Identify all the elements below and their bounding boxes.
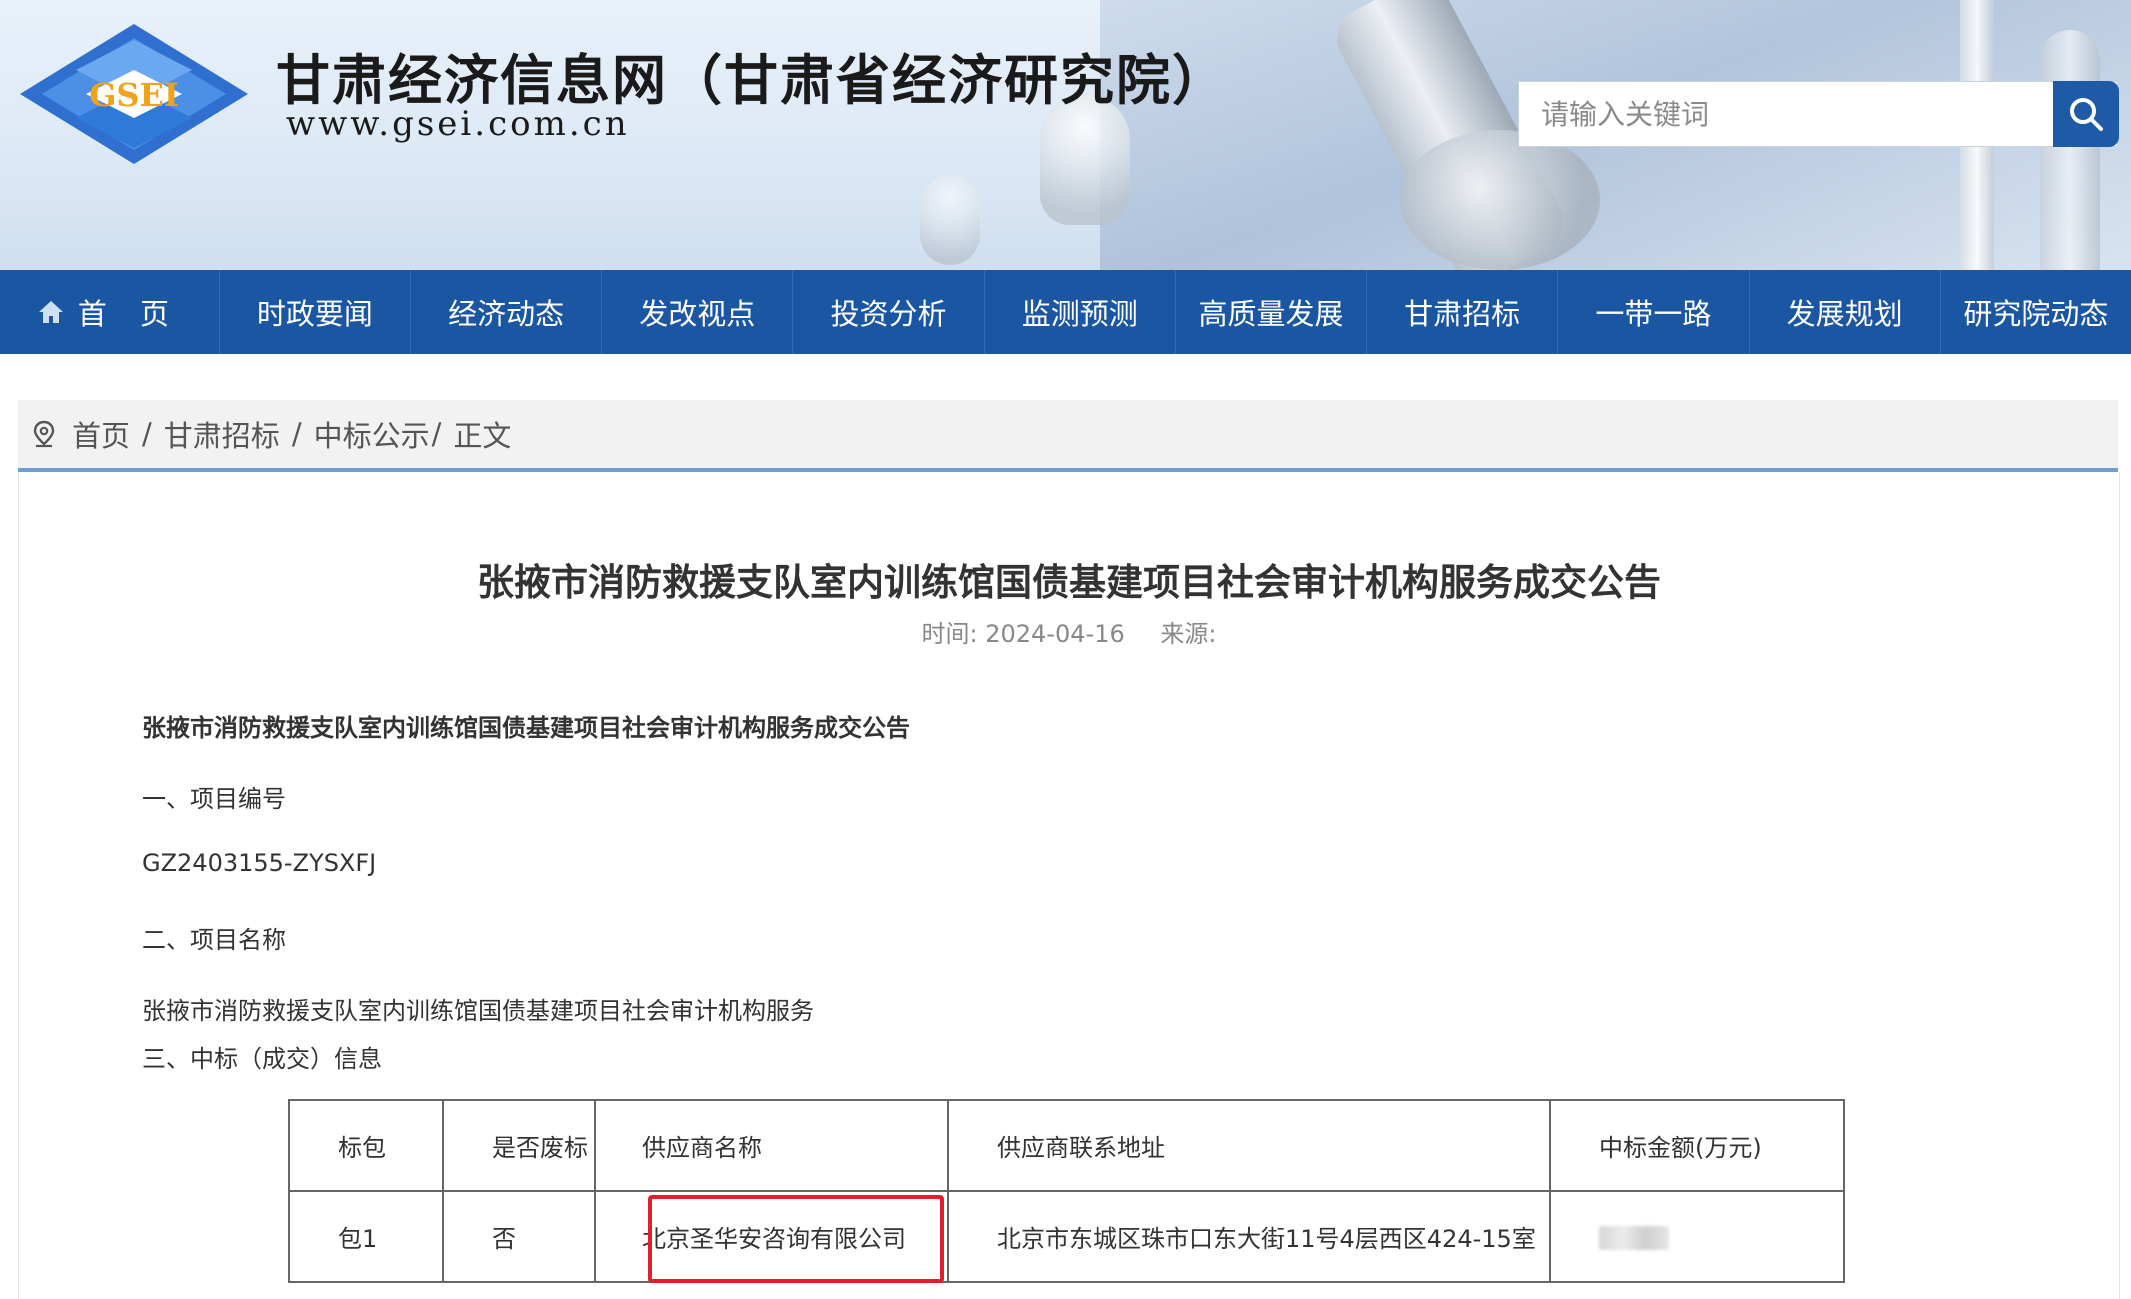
search-input[interactable]: [1519, 82, 2043, 146]
time-label: 时间:: [921, 620, 978, 648]
body-title: 张掖市消防救援支队室内训练馆国债基建项目社会审计机构服务成交公告: [142, 714, 910, 742]
nav-item-label: 甘肃招标: [1404, 297, 1521, 331]
article-meta: 时间: 2024-04-16 来源:: [19, 614, 2119, 649]
section-heading-project-name: 二、项目名称: [142, 926, 286, 954]
redacted-amount: [1599, 1225, 1669, 1250]
nav-item-politics-news[interactable]: 时政要闻: [220, 270, 411, 354]
breadcrumb-home[interactable]: 首页: [72, 413, 130, 455]
table-cell-package: 包1: [288, 1190, 444, 1283]
nav-item-development-planning[interactable]: 发展规划: [1750, 270, 1941, 354]
article-title: 张掖市消防救援支队室内训练馆国债基建项目社会审计机构服务成交公告: [477, 561, 1661, 604]
breadcrumb-separator: /: [142, 417, 152, 451]
article-content: 张掖市消防救援支队室内训练馆国债基建项目社会审计机构服务成交公告 时间: 202…: [18, 472, 2120, 1299]
project-number: GZ2403155-ZYSXFJ: [142, 849, 377, 877]
rocket-image: [2040, 30, 2100, 270]
table-header-row: 标包 是否废标 供应商名称 供应商联系地址 中标金额(万元): [288, 1099, 1845, 1192]
site-url: www.gsei.com.cn: [286, 104, 630, 144]
breadcrumb: 首页 / 甘肃招标 / 中标公示 / 正文: [18, 400, 2118, 472]
source-label: 来源:: [1160, 620, 1217, 648]
nav-item-investment-analysis[interactable]: 投资分析: [793, 270, 985, 354]
main-nav: 首 页 时政要闻 经济动态 发改视点 投资分析 监测预测 高质量发展 甘肃招标 …: [0, 270, 2131, 354]
nav-item-belt-and-road[interactable]: 一带一路: [1558, 270, 1750, 354]
table-header-cell: 中标金额(万元): [1549, 1099, 1845, 1192]
nav-item-gansu-tenders[interactable]: 甘肃招标: [1367, 270, 1559, 354]
publish-date: 2024-04-16: [985, 620, 1125, 648]
table-cell-award-amount: [1549, 1190, 1845, 1283]
nav-item-monitoring-forecast[interactable]: 监测预测: [985, 270, 1176, 354]
breadcrumb-current: 正文: [453, 419, 512, 453]
astronaut-small-image: [920, 175, 980, 265]
section-heading-project-number: 一、项目编号: [142, 785, 286, 813]
breadcrumb-gansu-tenders[interactable]: 甘肃招标: [164, 413, 280, 455]
table-cell-invalid-bid: 否: [442, 1190, 596, 1283]
table-header-cell: 供应商名称: [594, 1099, 949, 1192]
breadcrumb-separator: /: [431, 417, 442, 451]
breadcrumb-separator: /: [291, 417, 302, 451]
gsei-logo[interactable]: GSEI: [16, 20, 252, 168]
logo-text: GSEI: [89, 76, 179, 114]
nav-item-label: 时政要闻: [256, 297, 373, 331]
nav-item-home[interactable]: 首 页: [0, 270, 220, 354]
nav-item-high-quality-development[interactable]: 高质量发展: [1176, 270, 1368, 354]
nav-item-label: 高质量发展: [1198, 297, 1344, 331]
nav-item-label: 研究院动态: [1963, 297, 2109, 331]
location-pin-icon: [32, 420, 56, 448]
table-header-cell: 是否废标: [442, 1099, 596, 1192]
nav-item-ndrc-views[interactable]: 发改视点: [602, 270, 794, 354]
nav-item-economic-news[interactable]: 经济动态: [411, 270, 603, 354]
section-heading-award-info: 三、中标（成交）信息: [142, 1045, 382, 1073]
table-cell-supplier-name: 北京圣华安咨询有限公司: [594, 1190, 949, 1283]
space-station-module-image: [1400, 130, 1600, 270]
nav-item-label: 投资分析: [830, 297, 947, 331]
table-header-cell: 供应商联系地址: [947, 1099, 1551, 1192]
table-cell-supplier-address: 北京市东城区珠市口东大街11号4层西区424-15室: [947, 1190, 1551, 1283]
table-row: 包1 否 北京圣华安咨询有限公司 北京市东城区珠市口东大街11号4层西区424-…: [288, 1190, 1845, 1283]
nav-item-label: 一带一路: [1595, 297, 1712, 331]
table-header-cell: 标包: [288, 1099, 444, 1192]
search-button[interactable]: [2053, 81, 2119, 147]
nav-item-label: 发改视点: [639, 297, 756, 331]
site-header: GSEI 甘肃经济信息网（甘肃省经济研究院） www.gsei.com.cn: [0, 0, 2131, 270]
nav-item-institute-news[interactable]: 研究院动态: [1941, 270, 2131, 354]
nav-item-label: 发展规划: [1786, 297, 1903, 331]
nav-item-label: 首 页: [77, 297, 181, 331]
project-name: 张掖市消防救援支队室内训练馆国债基建项目社会审计机构服务: [142, 997, 814, 1025]
home-icon: [38, 300, 64, 324]
nav-item-label: 监测预测: [1021, 297, 1138, 331]
award-table: 标包 是否废标 供应商名称 供应商联系地址 中标金额(万元) 包1 否 北京圣华…: [288, 1099, 1845, 1283]
search-box: [1518, 81, 2118, 147]
breadcrumb-award-notices[interactable]: 中标公示: [314, 413, 430, 455]
search-icon: [2070, 98, 2103, 131]
nav-item-label: 经济动态: [448, 297, 565, 331]
